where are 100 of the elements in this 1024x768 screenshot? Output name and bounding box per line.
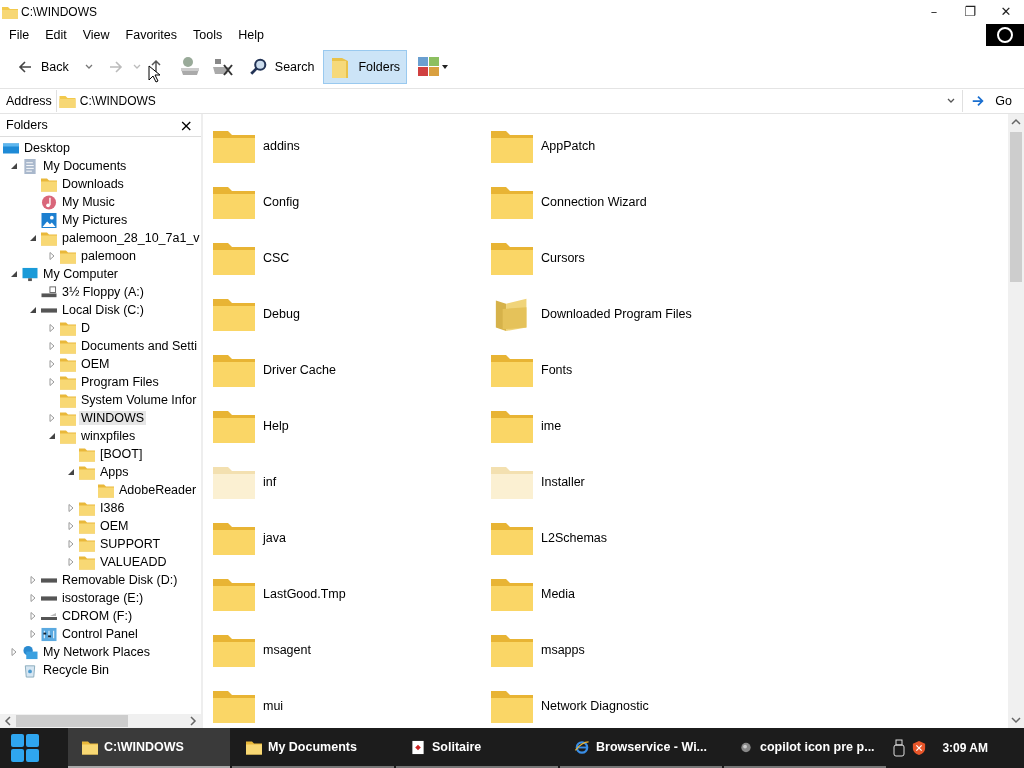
folder-icon[interactable]: [491, 353, 533, 387]
folder-icon[interactable]: [491, 689, 533, 723]
folder-name[interactable]: Debug: [263, 307, 300, 321]
menu-item[interactable]: View: [74, 27, 118, 42]
expand-arrow-icon[interactable]: [29, 594, 37, 602]
folder-icon[interactable]: [213, 297, 255, 331]
folder-icon[interactable]: [213, 409, 255, 443]
expand-arrow-icon[interactable]: [48, 324, 56, 332]
folder-icon[interactable]: [491, 241, 533, 275]
scroll-thumb[interactable]: [16, 715, 128, 727]
expand-arrow-icon[interactable]: [67, 522, 75, 530]
expand-arrow-icon[interactable]: [48, 342, 56, 350]
tree-item[interactable]: Removable Disk (D:): [60, 573, 180, 587]
folder-icon[interactable]: [491, 409, 533, 443]
taskbar-button[interactable]: My Documents: [232, 728, 394, 768]
window-control[interactable]: ✕: [988, 0, 1024, 23]
folder-name[interactable]: Driver Cache: [263, 363, 336, 377]
expand-arrow-icon[interactable]: [67, 540, 75, 548]
scroll-right-icon[interactable]: [188, 716, 198, 726]
tree-item[interactable]: WINDOWS: [79, 411, 147, 425]
folder-name[interactable]: AppPatch: [541, 139, 596, 153]
folder-icon[interactable]: [491, 633, 533, 667]
expand-arrow-icon[interactable]: [48, 414, 56, 422]
menu-item[interactable]: File: [1, 27, 38, 42]
window-control[interactable]: ❐: [952, 0, 988, 23]
taskbar-button[interactable]: C:\WINDOWS: [68, 728, 230, 768]
folder-name[interactable]: Media: [541, 587, 576, 601]
folder-icon[interactable]: [491, 577, 533, 611]
folder-name[interactable]: LastGood.Tmp: [263, 587, 346, 601]
folder-icon[interactable]: [491, 129, 533, 163]
folder-name[interactable]: L2Schemas: [541, 531, 607, 545]
expand-arrow-icon[interactable]: [29, 630, 37, 638]
folder-name[interactable]: Downloaded Program Files: [541, 307, 692, 321]
folder-icon[interactable]: [491, 465, 533, 499]
tree-item[interactable]: My Pictures: [60, 213, 130, 227]
close-button[interactable]: ×: [171, 115, 201, 135]
scroll-up-icon[interactable]: [1011, 118, 1021, 126]
folder-name[interactable]: CSC: [263, 251, 290, 265]
tree-item[interactable]: SUPPORT: [98, 537, 163, 551]
folder-icon[interactable]: [213, 689, 255, 723]
menu-item[interactable]: Help: [230, 27, 272, 42]
tree-item[interactable]: Desktop: [22, 141, 72, 155]
expand-arrow-icon[interactable]: [10, 648, 18, 656]
folder-name[interactable]: Connection Wizard: [541, 195, 647, 209]
expand-arrow-icon[interactable]: [67, 504, 75, 512]
tree-item[interactable]: My Network Places: [41, 645, 152, 659]
horizontal-scrollbar[interactable]: [0, 714, 201, 728]
search-button[interactable]: Search: [241, 50, 322, 84]
tree-item[interactable]: My Computer: [41, 267, 121, 281]
menu-item[interactable]: Tools: [185, 27, 231, 42]
folder-icon[interactable]: [213, 129, 255, 163]
expand-arrow-icon[interactable]: [67, 558, 75, 566]
tree-item[interactable]: Local Disk (C:): [60, 303, 146, 317]
shield-icon[interactable]: [912, 739, 927, 757]
clock[interactable]: 3:09 AM: [942, 741, 988, 755]
folder-icon[interactable]: [491, 185, 533, 219]
tree-item[interactable]: Control Panel: [60, 627, 140, 641]
tree-item[interactable]: AdobeReader: [117, 483, 199, 497]
window-control[interactable]: –: [916, 0, 952, 23]
tree-item[interactable]: OEM: [79, 357, 112, 371]
tree-item[interactable]: Documents and Setti: [79, 339, 200, 353]
collapse-arrow-icon[interactable]: [10, 270, 18, 278]
scroll-left-icon[interactable]: [3, 716, 13, 726]
expand-arrow-icon[interactable]: [29, 612, 37, 620]
tree-item[interactable]: CDROM (F:): [60, 609, 135, 623]
expand-arrow-icon[interactable]: [48, 378, 56, 386]
folder-name[interactable]: java: [263, 531, 286, 545]
folder-name[interactable]: mui: [263, 699, 284, 713]
scroll-thumb[interactable]: [1010, 132, 1022, 282]
tree-item[interactable]: OEM: [98, 519, 131, 533]
folder-name[interactable]: Help: [263, 419, 289, 433]
expand-arrow-icon[interactable]: [48, 252, 56, 260]
go-button[interactable]: Go: [963, 90, 1024, 112]
folder-name[interactable]: addins: [263, 139, 300, 153]
tree-item[interactable]: System Volume Infor: [79, 393, 199, 407]
tree-item[interactable]: Apps: [98, 465, 131, 479]
folders-button[interactable]: Folders: [323, 50, 408, 84]
taskbar-button[interactable]: copilot icon pre p...: [724, 728, 886, 768]
taskbar-button[interactable]: Solitaire: [396, 728, 558, 768]
views-icon[interactable]: [417, 56, 450, 78]
tree-item[interactable]: I386: [98, 501, 127, 515]
tree-item[interactable]: Program Files: [79, 375, 161, 389]
collapse-arrow-icon[interactable]: [10, 162, 18, 170]
tree-item[interactable]: Downloads: [60, 177, 126, 191]
tree-item[interactable]: palemoon: [79, 249, 138, 263]
folder-name[interactable]: msapps: [541, 643, 585, 657]
vertical-scrollbar[interactable]: [1008, 114, 1024, 728]
scroll-down-icon[interactable]: [1011, 716, 1021, 724]
collapse-arrow-icon[interactable]: [29, 234, 37, 242]
folder-name[interactable]: inf: [263, 475, 277, 489]
folder-icon[interactable]: [213, 185, 255, 219]
tree-item[interactable]: winxpfiles: [79, 429, 138, 443]
folder-icon[interactable]: [213, 353, 255, 387]
collapse-arrow-icon[interactable]: [48, 432, 56, 440]
folder-name[interactable]: Config: [263, 195, 300, 209]
address-field[interactable]: C:\WINDOWS: [55, 90, 964, 112]
tree-item[interactable]: VALUEADD: [98, 555, 169, 569]
collapse-arrow-icon[interactable]: [67, 468, 75, 476]
tree-item[interactable]: D: [79, 321, 93, 335]
taskbar-button[interactable]: Browservice - Wi...: [560, 728, 722, 768]
